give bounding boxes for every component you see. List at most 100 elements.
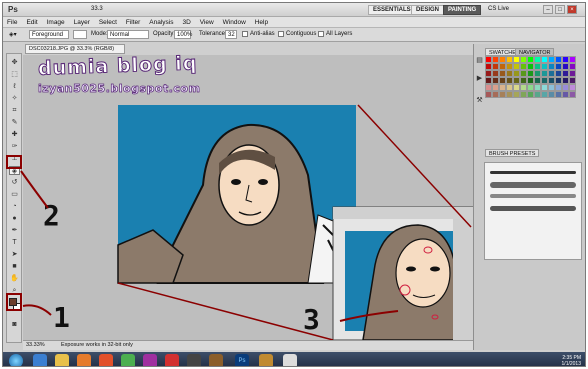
swatch-color[interactable] bbox=[534, 63, 541, 70]
swatch-color[interactable] bbox=[569, 91, 576, 98]
swatch-color[interactable] bbox=[548, 84, 555, 91]
swatch-color[interactable] bbox=[499, 63, 506, 70]
swatch-color[interactable] bbox=[562, 70, 569, 77]
swatch-color[interactable] bbox=[527, 84, 534, 91]
photoshop-taskbar-icon[interactable]: Ps bbox=[235, 354, 249, 366]
swatch-color[interactable] bbox=[492, 63, 499, 70]
brush-presets-list[interactable] bbox=[484, 162, 582, 260]
swatch-color[interactable] bbox=[506, 56, 513, 63]
swatch-color[interactable] bbox=[520, 91, 527, 98]
swatch-color[interactable] bbox=[513, 84, 520, 91]
swatch-color[interactable] bbox=[499, 70, 506, 77]
tab-brush-presets[interactable]: BRUSH PRESETS bbox=[485, 149, 540, 157]
swatch-color[interactable] bbox=[527, 63, 534, 70]
actions-panel-icon[interactable]: ▶ bbox=[474, 74, 485, 83]
swatch-color[interactable] bbox=[513, 56, 520, 63]
swatch-color[interactable] bbox=[499, 84, 506, 91]
swatch-color[interactable] bbox=[562, 63, 569, 70]
swatch-color[interactable] bbox=[562, 84, 569, 91]
history-panel-icon[interactable]: ▤ bbox=[474, 56, 485, 65]
swatch-color[interactable] bbox=[555, 84, 562, 91]
swatch-color[interactable] bbox=[541, 84, 548, 91]
swatch-color[interactable] bbox=[548, 77, 555, 84]
swatch-color[interactable] bbox=[485, 91, 492, 98]
swatch-color[interactable] bbox=[527, 77, 534, 84]
swatch-color[interactable] bbox=[527, 91, 534, 98]
swatch-color[interactable] bbox=[555, 56, 562, 63]
swatch-color[interactable] bbox=[527, 56, 534, 63]
swatch-color[interactable] bbox=[562, 91, 569, 98]
swatch-color[interactable] bbox=[555, 70, 562, 77]
app-icon[interactable] bbox=[165, 354, 179, 366]
swatch-color[interactable] bbox=[520, 70, 527, 77]
app5-icon[interactable] bbox=[283, 354, 297, 366]
tab-navigator[interactable]: NAVIGATOR bbox=[515, 48, 555, 56]
swatches-grid[interactable] bbox=[485, 56, 580, 102]
swatch-color[interactable] bbox=[492, 84, 499, 91]
status-zoom[interactable]: 33.33% bbox=[26, 341, 45, 350]
swatch-color[interactable] bbox=[527, 70, 534, 77]
swatch-color[interactable] bbox=[555, 91, 562, 98]
swatch-color[interactable] bbox=[492, 91, 499, 98]
taskbar-clock[interactable]: 2:35 PM 1/1/2013 bbox=[562, 355, 581, 366]
swatch-color[interactable] bbox=[534, 70, 541, 77]
swatch-color[interactable] bbox=[520, 56, 527, 63]
swatch-color[interactable] bbox=[548, 70, 555, 77]
swatch-color[interactable] bbox=[520, 84, 527, 91]
swatch-color[interactable] bbox=[520, 77, 527, 84]
firefox-icon[interactable] bbox=[99, 354, 113, 366]
swatch-color[interactable] bbox=[485, 84, 492, 91]
swatch-color[interactable] bbox=[534, 56, 541, 63]
swatch-color[interactable] bbox=[513, 70, 520, 77]
swatch-color[interactable] bbox=[541, 56, 548, 63]
swatch-color[interactable] bbox=[569, 84, 576, 91]
swatch-color[interactable] bbox=[562, 56, 569, 63]
app4-icon[interactable] bbox=[259, 354, 273, 366]
tools-panel-icon[interactable]: ⚒ bbox=[474, 96, 485, 105]
explorer-icon[interactable] bbox=[55, 354, 69, 366]
app3-icon[interactable] bbox=[209, 354, 223, 366]
swatch-color[interactable] bbox=[506, 63, 513, 70]
ie-icon[interactable] bbox=[33, 354, 47, 366]
swatch-color[interactable] bbox=[513, 63, 520, 70]
swatch-color[interactable] bbox=[499, 77, 506, 84]
swatch-color[interactable] bbox=[485, 77, 492, 84]
swatch-color[interactable] bbox=[506, 84, 513, 91]
swatch-color[interactable] bbox=[506, 77, 513, 84]
swatch-color[interactable] bbox=[534, 77, 541, 84]
swatch-color[interactable] bbox=[555, 77, 562, 84]
swatch-color[interactable] bbox=[541, 77, 548, 84]
start-button-icon[interactable] bbox=[9, 354, 23, 366]
swatch-color[interactable] bbox=[485, 70, 492, 77]
swatch-color[interactable] bbox=[548, 91, 555, 98]
swatch-color[interactable] bbox=[569, 63, 576, 70]
swatch-color[interactable] bbox=[548, 63, 555, 70]
swatch-color[interactable] bbox=[548, 56, 555, 63]
swatch-color[interactable] bbox=[492, 56, 499, 63]
swatch-color[interactable] bbox=[513, 91, 520, 98]
swatch-color[interactable] bbox=[534, 84, 541, 91]
swatch-color[interactable] bbox=[485, 63, 492, 70]
messenger-icon[interactable] bbox=[143, 354, 157, 366]
swatch-color[interactable] bbox=[569, 77, 576, 84]
swatch-color[interactable] bbox=[492, 70, 499, 77]
swatch-color[interactable] bbox=[492, 77, 499, 84]
swatch-color[interactable] bbox=[541, 70, 548, 77]
swatch-color[interactable] bbox=[499, 56, 506, 63]
app2-icon[interactable] bbox=[187, 354, 201, 366]
swatch-color[interactable] bbox=[506, 91, 513, 98]
swatch-color[interactable] bbox=[499, 91, 506, 98]
swatch-color[interactable] bbox=[520, 63, 527, 70]
swatch-color[interactable] bbox=[562, 77, 569, 84]
swatch-color[interactable] bbox=[485, 56, 492, 63]
swatch-color[interactable] bbox=[569, 70, 576, 77]
swatch-color[interactable] bbox=[513, 77, 520, 84]
swatch-color[interactable] bbox=[534, 91, 541, 98]
swatch-color[interactable] bbox=[569, 56, 576, 63]
swatch-color[interactable] bbox=[506, 70, 513, 77]
swatch-color[interactable] bbox=[541, 91, 548, 98]
swatch-color[interactable] bbox=[541, 63, 548, 70]
media-player-icon[interactable] bbox=[77, 354, 91, 366]
chrome-icon[interactable] bbox=[121, 354, 135, 366]
swatch-color[interactable] bbox=[555, 63, 562, 70]
